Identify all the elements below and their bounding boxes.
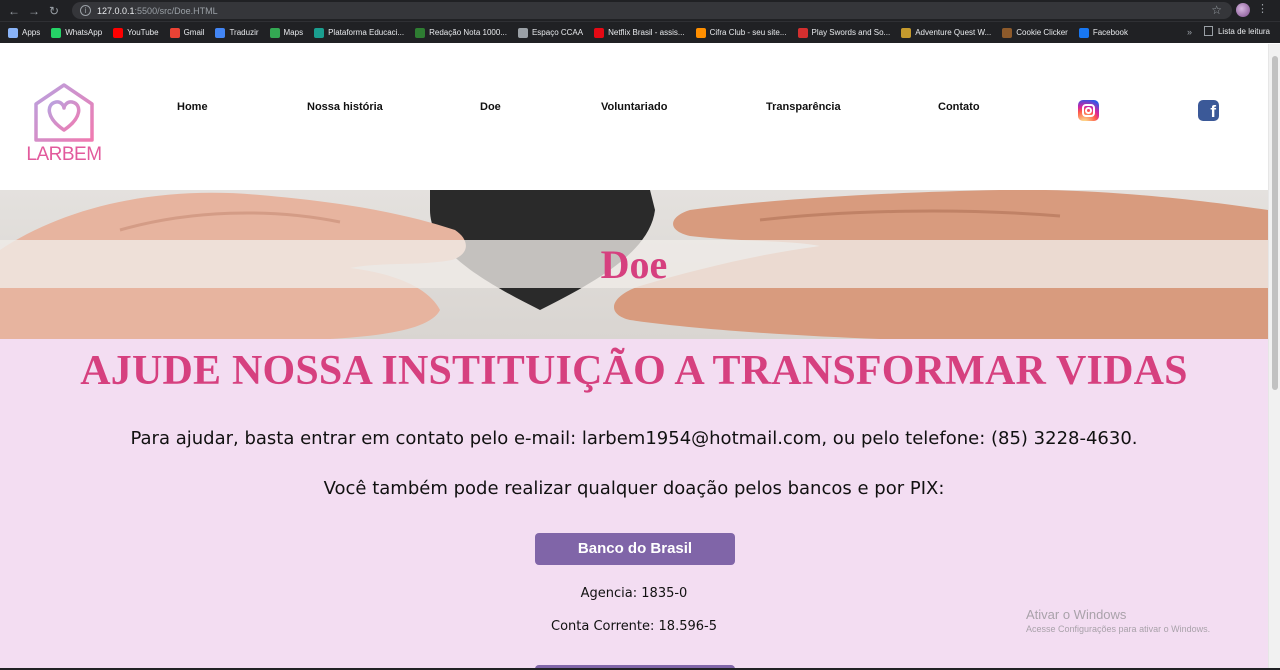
nav-home[interactable]: Home (177, 101, 208, 113)
reading-list-button[interactable]: Lista de leitura (1203, 26, 1270, 36)
menu-kebab-icon[interactable]: ⋮ (1257, 2, 1268, 15)
cifra-club-icon (695, 27, 706, 38)
bookmark-item[interactable]: Redação Nota 1000... (415, 27, 507, 38)
bookmark-item[interactable]: Espaço CCAA (517, 27, 584, 38)
bookmark-item[interactable]: Netflix Brasil - assis... (594, 27, 685, 38)
bookmark-item[interactable]: Adventure Quest W... (901, 27, 992, 38)
back-arrow-icon[interactable]: ← (6, 3, 22, 19)
bookmark-label: Adventure Quest W... (915, 28, 992, 37)
facebook-icon (1078, 27, 1089, 38)
bookmark-label: Cifra Club - seu site... (709, 28, 787, 37)
bookmark-item[interactable]: WhatsApp (51, 27, 103, 38)
cookie-icon (1002, 27, 1013, 38)
kongregate-icon (797, 27, 808, 38)
windows-activation-title: Ativar o Windows (1026, 607, 1127, 622)
bookmark-item[interactable]: Play Swords and So... (797, 27, 891, 38)
forward-arrow-icon[interactable]: → (26, 3, 42, 19)
bookmark-item[interactable]: Traduzir (215, 27, 259, 38)
bookmark-item[interactable]: Cifra Club - seu site... (695, 27, 787, 38)
bookmark-label: Maps (283, 28, 304, 37)
translate-icon (215, 27, 226, 38)
windows-activation-subtitle: Acesse Configurações para ativar o Windo… (1026, 624, 1211, 634)
youtube-icon (113, 27, 124, 38)
bookmark-item[interactable]: YouTube (113, 27, 159, 38)
house-heart-icon (34, 83, 94, 142)
bookmark-item[interactable]: Facebook (1078, 27, 1128, 38)
scrollbar-thumb[interactable] (1272, 56, 1278, 390)
globe-icon (517, 27, 528, 38)
banks-intro-text: Você também pode realizar qualquer doaçã… (323, 478, 945, 499)
contact-text: Para ajudar, basta entrar em contato pel… (130, 428, 1138, 449)
site-info-icon[interactable]: i (80, 5, 91, 16)
nav-nossa-historia[interactable]: Nossa história (307, 101, 383, 113)
nav-transparencia[interactable]: Transparência (766, 101, 841, 113)
bookmark-label: WhatsApp (65, 28, 103, 37)
instagram-icon[interactable] (1078, 100, 1099, 121)
banco-do-brasil-button[interactable]: Banco do Brasil (535, 533, 735, 565)
bookmark-label: Gmail (183, 28, 205, 37)
reading-list-label: Lista de leitura (1217, 26, 1270, 36)
facebook-icon[interactable]: f (1198, 100, 1219, 121)
bookmark-label: Traduzir (229, 28, 259, 37)
whatsapp-icon (51, 27, 62, 38)
nav-doe[interactable]: Doe (480, 101, 501, 113)
web-page: LARBEM Home Nossa história Doe Voluntari… (0, 44, 1268, 670)
bookmark-item[interactable]: Maps (269, 27, 304, 38)
section-headline: AJUDE NOSSA INSTITUIÇÃO A TRANSFORMAR VI… (80, 348, 1188, 394)
bookmark-item[interactable]: Gmail (169, 27, 205, 38)
maps-pin-icon (269, 27, 280, 38)
platform-icon (314, 27, 325, 38)
site-header: LARBEM Home Nossa história Doe Voluntari… (0, 44, 1268, 190)
bookmark-label: Apps (22, 28, 41, 37)
bookmark-label: Netflix Brasil - assis... (608, 28, 685, 37)
browser-toolbar: ← → ↻ i 127.0.0.1:5500/src/Doe.HTML ☆ ⋮ (0, 0, 1280, 21)
bookmark-star-icon[interactable]: ☆ (1211, 3, 1222, 17)
bookmark-label: Cookie Clicker (1016, 28, 1068, 37)
bookmark-label: Play Swords and So... (811, 28, 891, 37)
netflix-icon (594, 27, 605, 38)
page-title: Doe (600, 242, 668, 287)
bookmarks-overflow-button[interactable]: » (1187, 27, 1192, 37)
bookmark-label: Espaço CCAA (531, 28, 584, 37)
page-scrollbar[interactable] (1268, 44, 1280, 670)
address-bar[interactable]: i 127.0.0.1:5500/src/Doe.HTML (72, 2, 1232, 19)
bookmark-item[interactable]: Cookie Clicker (1002, 27, 1068, 38)
apps-grid-icon (8, 27, 18, 38)
gmail-icon (169, 27, 180, 38)
bookmark-label: Facebook (1092, 28, 1128, 37)
bookmark-label: Redação Nota 1000... (429, 28, 507, 37)
bookmark-label: YouTube (127, 28, 159, 37)
nav-voluntariado[interactable]: Voluntariado (601, 101, 667, 113)
bookmarks-bar: Apps WhatsApp YouTube Gmail Traduzir Maps Plat… (0, 21, 1280, 43)
nav-contato[interactable]: Contato (938, 101, 980, 113)
profile-avatar[interactable] (1236, 3, 1250, 17)
bookmark-item[interactable]: Apps (8, 27, 41, 38)
url-path: :5500/src/Doe.HTML (134, 5, 218, 16)
reading-list-icon (1203, 26, 1213, 36)
larbem-logo[interactable]: LARBEM (26, 82, 102, 166)
aqw-icon (901, 27, 912, 38)
reload-icon[interactable]: ↻ (46, 3, 62, 19)
logo-text: LARBEM (26, 144, 102, 165)
hero-banner: Doe (0, 190, 1268, 339)
bookmark-label: Plataforma Educaci... (328, 28, 405, 37)
check-icon (415, 27, 426, 38)
bank-agency: Agencia: 1835-0 (580, 586, 688, 601)
bookmark-item[interactable]: Plataforma Educaci... (314, 27, 405, 38)
url-host: 127.0.0.1 (97, 5, 135, 16)
